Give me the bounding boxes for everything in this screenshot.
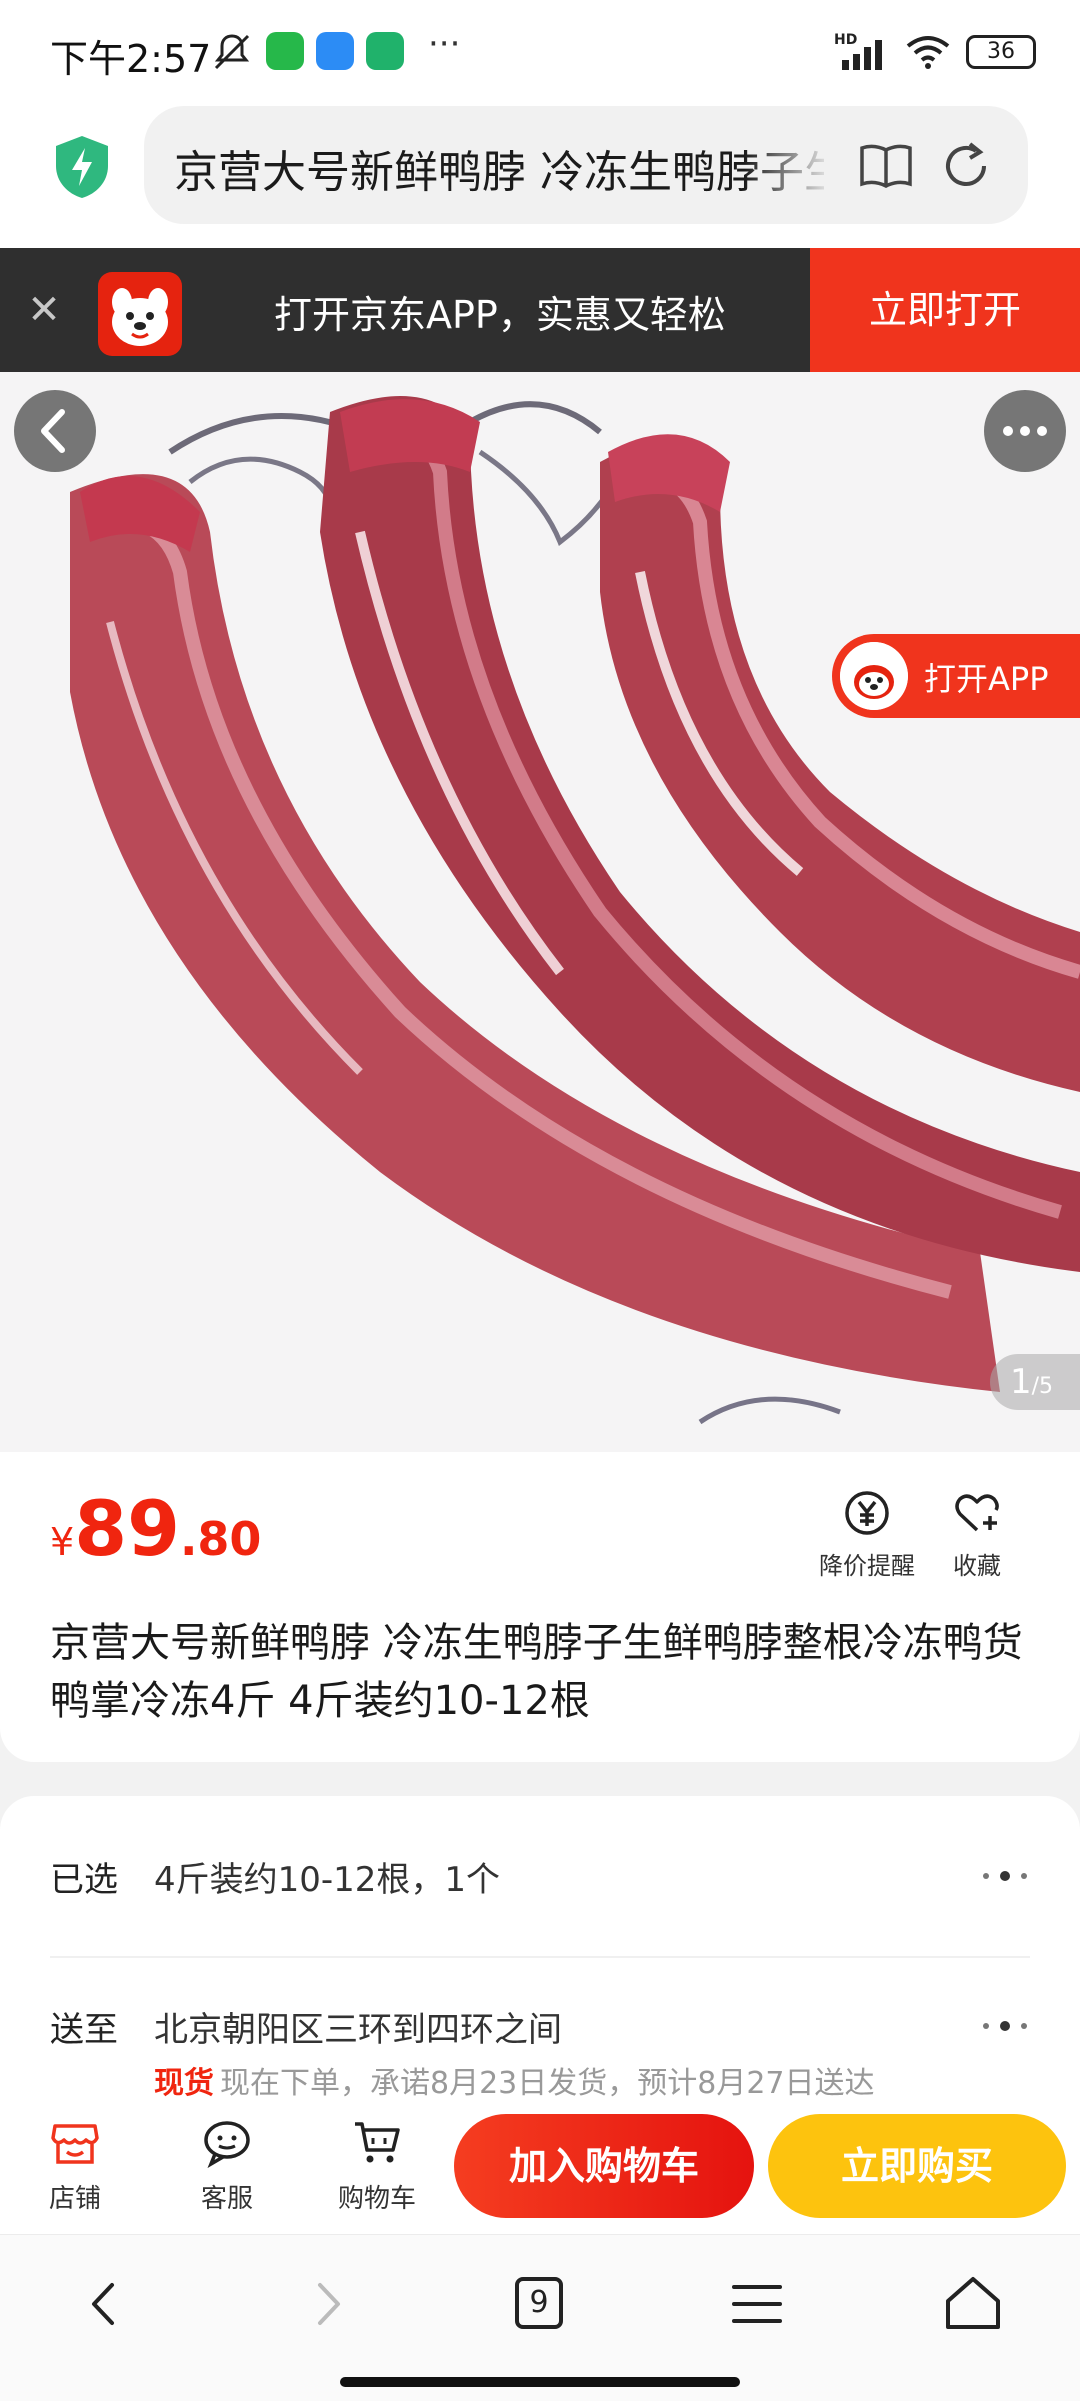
home-indicator[interactable] [340,2377,740,2387]
url-fade [744,106,834,224]
service-chat-icon [204,2121,250,2169]
add-to-cart-button[interactable]: 加入购物车 [454,2114,754,2218]
product-info-card: ¥89.80 降价提醒 收藏 京营大号新鲜鸭脖 冷冻生鸭脖子生鲜鸭脖整根冷冻鸭货… [0,1452,1080,1762]
wechat-icon [266,32,304,70]
more-dots-icon[interactable] [980,2016,1030,2036]
more-dots-icon[interactable] [980,1866,1030,1886]
banner-text: 打开京东APP，实惠又轻松 [274,293,726,337]
mute-bell-icon [214,34,250,70]
url-text[interactable]: 京营大号新鲜鸭脖 冷冻生鸭脖子生鲜鸭脖整根冷冻 [174,136,824,196]
jd-mascot-icon [840,642,908,710]
price-currency: ¥ [50,1520,75,1564]
browser-toolbar: 京营大号新鲜鸭脖 冷冻生鸭脖子生鲜鸭脖整根冷冻 [0,100,1080,248]
home-icon[interactable] [938,2269,1008,2339]
price-integer: 89 [74,1484,180,1573]
price: ¥89.80 [50,1484,261,1573]
security-app-icon [366,32,404,70]
status-indicators: HD 36 [834,30,1036,74]
more-options-icon[interactable] [984,390,1066,472]
price-alert-icon [845,1491,889,1535]
image-counter-total: /5 [1031,1374,1054,1399]
customer-service-tab[interactable]: 客服 [172,2116,282,2215]
browser-nav-bar: 9 [0,2234,1080,2401]
delivery-note: 现在下单，承诺8月23日发货，预计8月27日送达 [220,2066,875,2101]
jd-logo [98,272,182,356]
reader-mode-icon[interactable] [858,142,914,190]
more-notifications-icon: ··· [428,24,461,64]
service-label: 客服 [200,2184,253,2214]
favorite-button[interactable]: 收藏 [922,1488,1032,1581]
cart-label: 购物车 [337,2184,416,2214]
tab-count-icon: 9 [515,2277,563,2329]
signal-icon: HD [834,32,890,72]
bottom-action-bar: 店铺 客服 购物车 加入购物车 立即购买 [0,2098,1080,2234]
reload-icon[interactable] [940,140,992,192]
image-counter: 1/5 [990,1354,1080,1410]
selected-value: 4斤装约10-12根，1个 [154,1860,501,1900]
delivery-address: 北京朝阳区三环到四环之间 [154,2010,562,2050]
status-time: 下午2:57 [50,37,212,81]
battery-icon: 36 [966,35,1036,69]
address-bar[interactable]: 京营大号新鲜鸭脖 冷冻生鸭脖子生鲜鸭脖整根冷冻 [144,106,1028,224]
selected-label: 已选 [50,1860,118,1900]
product-image-gallery[interactable]: 打开APP 1/5 [0,372,1080,1452]
open-now-button[interactable]: 立即打开 [810,248,1080,372]
buy-now-button[interactable]: 立即购买 [768,2114,1066,2218]
tabs-button[interactable]: 9 [505,2269,575,2339]
open-app-label: 打开APP [924,660,1049,698]
product-title: 京营大号新鲜鸭脖 冷冻生鸭脖子生鲜鸭脖整根冷冻鸭货鸭掌冷冻4斤 4斤装约10-1… [50,1620,1023,1724]
product-photo [0,372,1080,1452]
open-app-button[interactable]: 打开APP [832,634,1080,718]
open-app-banner: ✕ 打开京东APP，实惠又轻松 立即打开 [0,248,1080,372]
price-alert-label: 降价提醒 [819,1552,915,1580]
shopping-cart-icon [355,2122,400,2163]
status-bar: 下午2:57 ··· HD 36 [0,0,1080,100]
shop-tab[interactable]: 店铺 [20,2116,130,2215]
in-stock-tag: 现货 [154,2066,214,2101]
price-alert-button[interactable]: 降价提醒 [812,1488,922,1581]
wifi-icon [906,36,950,69]
shop-icon [51,2124,99,2164]
selected-spec-row[interactable]: 已选 4斤装约10-12根，1个 [0,1796,1080,1946]
security-shield-icon[interactable] [52,134,112,200]
delivery-estimate: 现货 现在下单，承诺8月23日发货，预计8月27日送达 [154,2058,875,2102]
shop-label: 店铺 [48,2184,101,2214]
favorite-label: 收藏 [953,1552,1001,1580]
nav-back-icon[interactable] [70,2269,140,2339]
back-arrow-icon[interactable] [14,390,96,472]
app-notification-icon [316,32,354,70]
image-counter-current: 1 [1010,1362,1032,1402]
spec-card: 已选 4斤装约10-12根，1个 送至 北京朝阳区三环到四环之间 现货 现在下单，… [0,1796,1080,2116]
close-icon[interactable]: ✕ [24,286,64,334]
delivery-label: 送至 [50,2010,118,2050]
cart-tab[interactable]: 购物车 [322,2116,432,2215]
menu-icon[interactable] [722,2269,792,2339]
heart-plus-icon [955,1494,999,1532]
price-decimal: .80 [179,1512,262,1566]
nav-forward-icon[interactable] [292,2269,362,2339]
divider [50,1956,1030,1958]
